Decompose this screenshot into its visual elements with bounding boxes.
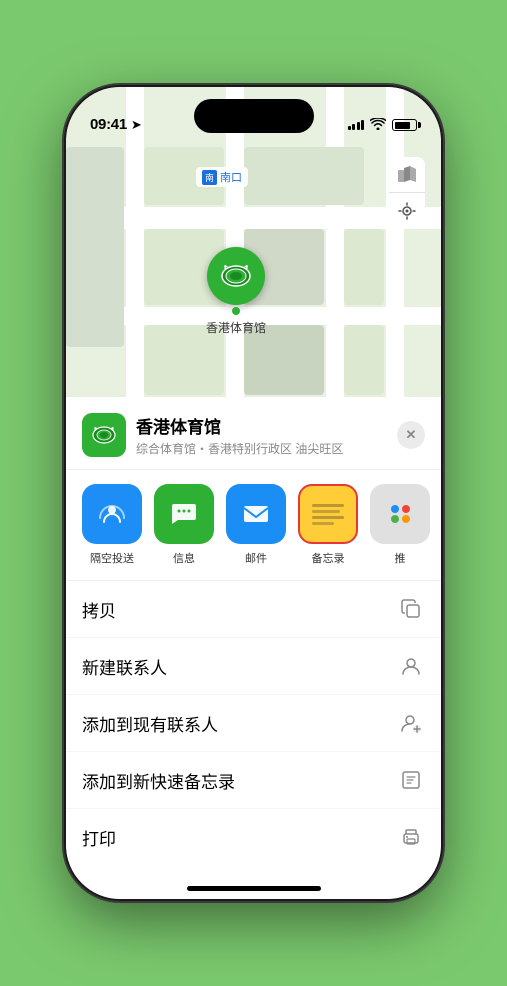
pin-dot: [232, 307, 240, 315]
share-row: 隔空投送 信息: [66, 470, 441, 581]
dynamic-island: [194, 99, 314, 133]
map-type-button[interactable]: [389, 157, 425, 193]
share-messages[interactable]: 信息: [154, 484, 214, 566]
more-label: 推: [395, 550, 406, 566]
share-notes[interactable]: 备忘录: [298, 484, 358, 566]
venue-info: 香港体育馆 综合体育馆・香港特别行政区 油尖旺区: [136, 413, 397, 457]
bottom-sheet: 香港体育馆 综合体育馆・香港特别行政区 油尖旺区 ✕: [66, 397, 441, 899]
add-existing-icon: [397, 709, 425, 737]
map-label: 南 南口: [196, 167, 248, 187]
signal-bars: [348, 120, 365, 130]
action-list: 拷贝 新建联系人: [66, 581, 441, 865]
action-add-existing-contact[interactable]: 添加到现有联系人: [66, 695, 441, 752]
venue-header: 香港体育馆 综合体育馆・香港特别行政区 油尖旺区 ✕: [66, 397, 441, 470]
action-print[interactable]: 打印: [66, 809, 441, 865]
action-copy[interactable]: 拷贝: [66, 581, 441, 638]
home-indicator: [187, 886, 321, 891]
messages-label: 信息: [173, 550, 195, 566]
new-contact-icon: [397, 652, 425, 680]
status-icons: [348, 117, 418, 133]
phone-screen: 09:41 ➤: [66, 87, 441, 899]
wifi-icon: [370, 117, 386, 133]
location-button[interactable]: [389, 193, 425, 229]
share-airdrop[interactable]: 隔空投送: [82, 484, 142, 566]
stadium-pin: 香港体育馆: [206, 247, 266, 336]
status-time: 09:41: [90, 116, 127, 133]
map-controls[interactable]: [389, 157, 425, 229]
venue-subtitle: 综合体育馆・香港特别行政区 油尖旺区: [136, 440, 397, 457]
pin-label: 香港体育馆: [206, 319, 266, 336]
phone-frame: 09:41 ➤: [66, 87, 441, 899]
copy-label: 拷贝: [82, 597, 116, 622]
action-new-contact[interactable]: 新建联系人: [66, 638, 441, 695]
notes-label: 备忘录: [312, 550, 345, 566]
messages-icon: [154, 484, 214, 544]
new-contact-label: 新建联系人: [82, 654, 167, 679]
more-icon: [370, 484, 430, 544]
airdrop-label: 隔空投送: [90, 550, 134, 566]
copy-icon: [397, 595, 425, 623]
airdrop-icon: [82, 484, 142, 544]
mail-label: 邮件: [245, 550, 267, 566]
pin-icon: [207, 247, 265, 305]
battery-icon: [392, 119, 417, 131]
add-existing-label: 添加到现有联系人: [82, 711, 218, 736]
venue-icon: [82, 413, 126, 457]
share-more[interactable]: 推: [370, 484, 430, 566]
mail-icon: [226, 484, 286, 544]
quick-note-icon: [397, 766, 425, 794]
print-label: 打印: [82, 825, 116, 850]
venue-name: 香港体育馆: [136, 413, 397, 438]
print-icon: [397, 823, 425, 851]
close-button[interactable]: ✕: [397, 421, 425, 449]
location-icon: ➤: [131, 117, 142, 133]
notes-icon: [298, 484, 358, 544]
close-icon: ✕: [406, 427, 417, 443]
share-mail[interactable]: 邮件: [226, 484, 286, 566]
notes-lines: [312, 504, 344, 525]
action-quick-note[interactable]: 添加到新快速备忘录: [66, 752, 441, 809]
quick-note-label: 添加到新快速备忘录: [82, 768, 235, 793]
